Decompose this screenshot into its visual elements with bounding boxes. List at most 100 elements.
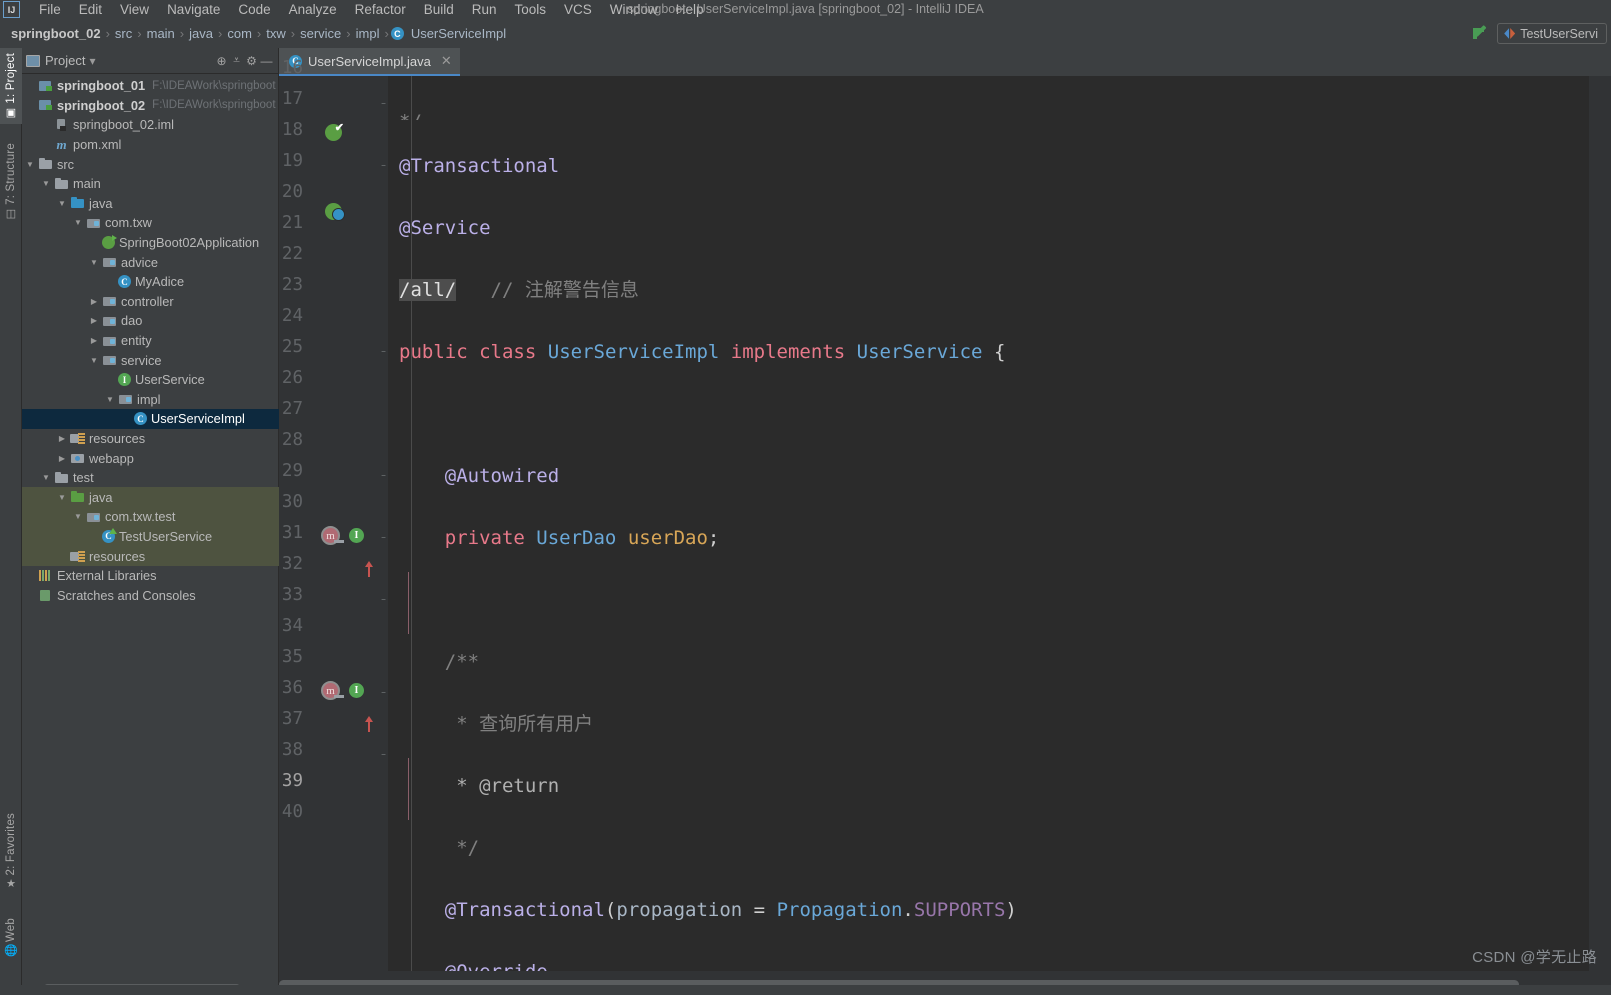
project-tree[interactable]: springboot_01 F:\IDEAWork\springboot sprin…: [22, 74, 279, 973]
tree-item[interactable]: dao: [22, 311, 279, 331]
error-stripe-scrollbar[interactable]: [1589, 76, 1611, 971]
fold-toggle-icon[interactable]: −: [379, 533, 388, 542]
menu-item-code[interactable]: Code: [229, 0, 279, 19]
tree-item[interactable]: SpringBoot02Application: [22, 233, 279, 253]
code-editor[interactable]: 16 17 18 19 20 21 22 23 24 25 26 27 28 29 30 31 32 33 34 35…: [279, 58, 1611, 995]
breadcrumb-item-txw[interactable]: txw: [263, 26, 289, 41]
breadcrumb-item-service[interactable]: service: [297, 26, 344, 41]
menu-item-edit[interactable]: Edit: [70, 0, 111, 19]
chevron-down-icon[interactable]: ▾: [85, 54, 99, 68]
tree-item-selected[interactable]: C UserServiceImpl: [22, 409, 279, 429]
fold-toggle-icon[interactable]: −: [379, 688, 388, 697]
implementing-method-icon[interactable]: I: [349, 528, 364, 543]
breadcrumb-item-java[interactable]: java: [186, 26, 216, 41]
menu-item-build[interactable]: Build: [415, 0, 463, 19]
tree-item[interactable]: src: [22, 154, 279, 174]
breadcrumb-item-com[interactable]: com: [224, 26, 255, 41]
sidebar-item-structure[interactable]: ◫ 7: Structure: [0, 138, 22, 225]
menu-item-tools[interactable]: Tools: [506, 0, 556, 19]
collapse-all-icon[interactable]: ⩡: [229, 53, 244, 68]
chevron-right-icon[interactable]: [58, 434, 66, 443]
tree-item[interactable]: impl: [22, 390, 279, 410]
tree-item[interactable]: C TestUserService: [22, 526, 279, 547]
fold-toggle-icon[interactable]: −: [379, 471, 388, 480]
package-icon: [118, 392, 133, 406]
menu-item-analyze[interactable]: Analyze: [280, 0, 346, 19]
chevron-down-icon[interactable]: [74, 512, 82, 521]
run-configuration-selector[interactable]: TestUserServi: [1497, 23, 1607, 44]
chevron-down-icon[interactable]: [90, 258, 98, 267]
chevron-down-icon[interactable]: [74, 218, 82, 227]
menu-item-view[interactable]: View: [111, 0, 158, 19]
sidebar-item-web[interactable]: 🌐 Web: [0, 913, 22, 962]
spring-boot-icon: [102, 235, 117, 250]
chevron-right-icon[interactable]: [90, 316, 98, 325]
locate-icon[interactable]: ⊕: [214, 53, 229, 68]
folder-icon: [54, 471, 69, 485]
menu-item-file[interactable]: File: [30, 0, 70, 19]
tree-item[interactable]: springboot_02 F:\IDEAWork\springboot: [22, 96, 279, 116]
tree-item[interactable]: advice: [22, 252, 279, 272]
breadcrumb-item-main[interactable]: main: [144, 26, 178, 41]
menu-item-window[interactable]: Window: [601, 0, 667, 19]
chevron-down-icon[interactable]: [90, 356, 98, 365]
chevron-down-icon[interactable]: [58, 493, 66, 502]
run-config-icon: [1504, 28, 1515, 39]
chevron-down-icon[interactable]: [42, 473, 50, 482]
spring-bean-icon[interactable]: [325, 121, 344, 141]
tab-user-service-impl[interactable]: C UserServiceImpl.java ✕: [279, 48, 460, 76]
tree-item[interactable]: Scratches and Consoles: [22, 585, 279, 605]
implementing-method-icon[interactable]: I: [349, 683, 364, 698]
code-content[interactable]: */ @Transactional @Service /all/ // 注解警告…: [388, 76, 1589, 971]
tree-item[interactable]: resources: [22, 546, 279, 566]
tree-item[interactable]: entity: [22, 331, 279, 351]
spring-bean-class-icon[interactable]: [325, 203, 345, 221]
chevron-down-icon[interactable]: [106, 395, 114, 404]
breadcrumb-item-impl[interactable]: impl: [353, 26, 383, 41]
menu-item-help[interactable]: Help: [667, 0, 713, 19]
menu-item-vcs[interactable]: VCS: [555, 0, 601, 19]
chevron-right-icon[interactable]: [90, 336, 98, 345]
tree-item[interactable]: service: [22, 350, 279, 370]
tree-item[interactable]: controller: [22, 292, 279, 312]
tree-item[interactable]: springboot_02.iml: [22, 115, 279, 135]
fold-toggle-icon[interactable]: −: [379, 347, 388, 356]
sidebar-item-project[interactable]: ▣ 1: Project: [0, 48, 22, 124]
breadcrumb-item-userserviceimpl[interactable]: C UserServiceImpl: [390, 26, 509, 41]
menu-item-refactor[interactable]: Refactor: [346, 0, 415, 19]
tree-item[interactable]: java: [22, 194, 279, 214]
tree-item[interactable]: com.txw: [22, 213, 279, 233]
fold-toggle-icon[interactable]: −: [379, 161, 388, 170]
tree-item[interactable]: com.txw.test: [22, 507, 279, 527]
editor-gutter[interactable]: 16 17 18 19 20 21 22 23 24 25 26 27 28 29 30 31 32 33 34 35…: [279, 58, 388, 971]
tree-item[interactable]: External Libraries: [22, 566, 279, 586]
breadcrumb-item-springboot-02[interactable]: springboot_02: [8, 26, 104, 41]
chevron-right-icon[interactable]: [90, 297, 98, 306]
tree-item[interactable]: main: [22, 174, 279, 194]
fold-toggle-icon[interactable]: −: [379, 750, 388, 759]
settings-gear-icon[interactable]: ⚙: [244, 53, 259, 68]
chevron-down-icon[interactable]: [42, 179, 50, 188]
run-method-icon[interactable]: m: [321, 681, 344, 700]
tree-item[interactable]: I UserService: [22, 370, 279, 390]
close-icon[interactable]: ✕: [441, 53, 452, 69]
menu-item-run[interactable]: Run: [463, 0, 506, 19]
tree-item[interactable]: webapp: [22, 448, 279, 468]
tree-item[interactable]: m pom.xml: [22, 135, 279, 155]
menu-item-navigate[interactable]: Navigate: [158, 0, 229, 19]
tree-item[interactable]: C MyAdice: [22, 272, 279, 292]
tree-item[interactable]: resources: [22, 429, 279, 449]
chevron-right-icon[interactable]: [58, 454, 66, 463]
tree-item[interactable]: springboot_01 F:\IDEAWork\springboot: [22, 76, 279, 96]
fold-toggle-icon[interactable]: −: [379, 99, 388, 108]
tree-item[interactable]: java: [22, 487, 279, 508]
sidebar-item-favorites[interactable]: ★ 2: Favorites: [0, 808, 22, 895]
run-method-icon[interactable]: m: [321, 526, 344, 545]
breadcrumb-item-src[interactable]: src: [112, 26, 135, 41]
tree-item[interactable]: test: [22, 468, 279, 488]
chevron-down-icon[interactable]: [58, 199, 66, 208]
make-project-icon[interactable]: [1469, 23, 1491, 45]
code-folding-column[interactable]: − − − − − − − −: [379, 76, 388, 971]
fold-toggle-icon[interactable]: −: [379, 595, 388, 604]
chevron-down-icon[interactable]: [26, 160, 34, 169]
